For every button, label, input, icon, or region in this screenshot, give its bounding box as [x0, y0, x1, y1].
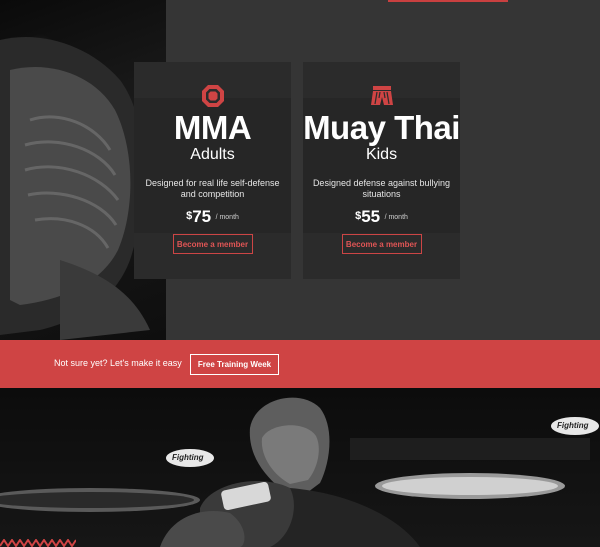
price-period: / month [215, 214, 239, 221]
free-training-week-button[interactable]: Free Training Week [190, 354, 279, 375]
plan-card-mma: MMA Adults Designed for real life self-d… [134, 62, 291, 279]
plan-audience: Kids [365, 146, 398, 163]
cta-banner: Not sure yet? Let's make it easy Free Tr… [0, 340, 600, 388]
plan-audience: Adults [190, 146, 235, 163]
cta-text: Not sure yet? Let's make it easy [54, 358, 182, 368]
pricing-section: MMA Adults Designed for real life self-d… [0, 0, 600, 340]
fighting-sign-right: Fighting [557, 421, 589, 430]
plan-title: Muay Thai [303, 109, 460, 146]
zigzag-decoration [0, 534, 77, 547]
price-period: / month [384, 214, 408, 221]
price-amount: 75 [192, 207, 212, 226]
become-member-button[interactable]: Become a member [172, 234, 253, 254]
plan-description: Designed defense against bullying situat… [312, 178, 451, 199]
plan-description: Designed for real life self-defense and … [145, 178, 280, 199]
octagon-icon [201, 84, 225, 108]
top-accent-bar [388, 0, 508, 2]
plan-price: $75 / month [134, 207, 291, 227]
plan-card-muay-thai: Muay Thai Kids Designed defense against … [303, 62, 460, 279]
plan-title: MMA [173, 109, 252, 146]
price-amount: 55 [361, 207, 381, 226]
fighter-photo: Fighting Fighting [0, 388, 600, 547]
muay-thai-shorts-icon [370, 84, 394, 108]
fighting-sign-left: Fighting [172, 453, 204, 462]
plan-price: $55 / month [303, 207, 460, 227]
become-member-button[interactable]: Become a member [341, 234, 422, 254]
